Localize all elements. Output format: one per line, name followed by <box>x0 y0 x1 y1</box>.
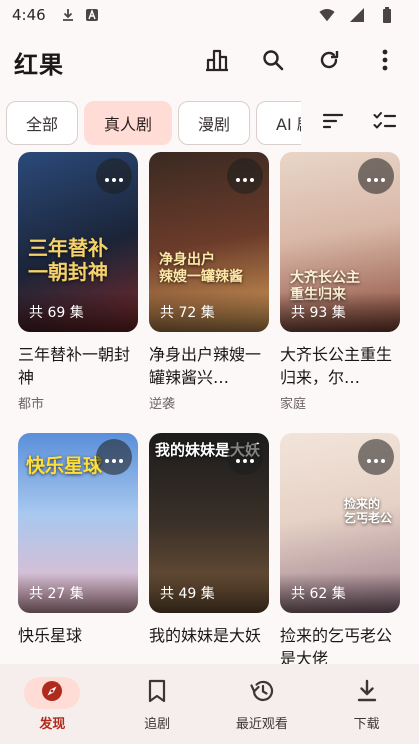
nav-discover[interactable]: 发现 <box>0 664 105 744</box>
category-chip-scroller[interactable]: 全部 真人剧 漫剧 AI 剧 <box>0 100 301 146</box>
status-bar: 4:46 <box>0 0 419 30</box>
drama-poster[interactable]: 我的妹妹是大妖 共 49 集 <box>149 433 269 613</box>
nav-label: 下载 <box>353 716 380 732</box>
history-icon <box>249 679 275 707</box>
poster-title-art: 捡来的 乞丐老公 <box>344 497 393 526</box>
card-more-button[interactable] <box>227 439 263 475</box>
more-horiz-icon <box>105 167 123 186</box>
poster-title-art: 快乐星球 <box>26 455 103 477</box>
drama-title: 快乐星球 <box>18 626 83 645</box>
more-horiz-icon <box>236 167 254 186</box>
nav-label: 最近观看 <box>235 716 288 732</box>
drama-title: 净身出户辣嫂一罐辣酱兴… <box>149 345 262 387</box>
select-button[interactable] <box>365 103 405 143</box>
app-bar: 红果 <box>0 36 419 88</box>
sort-icon <box>322 112 344 134</box>
drama-grid[interactable]: 三年替补 一朝封神 共 69 集 三年替补一朝封神 都市 净身出户 辣嫂一罐辣酱… <box>0 152 419 664</box>
more-horiz-icon <box>367 448 385 467</box>
drama-card[interactable]: 净身出户 辣嫂一罐辣酱 共 72 集 净身出户辣嫂一罐辣酱兴… 逆袭 <box>149 152 269 412</box>
search-button[interactable] <box>253 42 293 82</box>
episode-count: 共 62 集 <box>280 573 400 613</box>
poster-title-art: 净身出户 辣嫂一罐辣酱 <box>159 252 243 285</box>
poster-title-art: 三年替补 一朝封神 <box>28 236 108 284</box>
drama-genre: 都市 <box>18 397 45 412</box>
status-time: 4:46 <box>12 6 46 24</box>
card-more-button[interactable] <box>96 439 132 475</box>
card-more-button[interactable] <box>358 439 394 475</box>
drama-card[interactable]: 三年替补 一朝封神 共 69 集 三年替补一朝封神 都市 <box>18 152 138 412</box>
drama-title: 大齐长公主重生归来，尔… <box>280 345 393 387</box>
drama-card[interactable]: 快乐星球 共 27 集 快乐星球 <box>18 433 138 651</box>
chip-ai[interactable]: AI 剧 <box>256 101 301 145</box>
drama-card[interactable]: 捡来的 乞丐老公 共 62 集 捡来的乞丐老公是大佬 <box>280 433 400 664</box>
drama-genre: 家庭 <box>280 397 307 412</box>
sort-button[interactable] <box>313 103 353 143</box>
card-more-button[interactable] <box>358 158 394 194</box>
nav-indicator <box>24 676 81 709</box>
battery-icon <box>379 7 395 23</box>
nav-following[interactable]: 追剧 <box>105 664 210 744</box>
nav-label: 追剧 <box>144 716 171 732</box>
drama-poster[interactable]: 净身出户 辣嫂一罐辣酱 共 72 集 <box>149 152 269 332</box>
more-horiz-icon <box>236 448 254 467</box>
drama-poster[interactable]: 三年替补 一朝封神 共 69 集 <box>18 152 138 332</box>
drama-poster[interactable]: 大齐长公主 重生归来 共 93 集 <box>280 152 400 332</box>
more-horiz-icon <box>105 448 123 467</box>
episode-count: 共 27 集 <box>18 573 138 613</box>
episode-count: 共 69 集 <box>18 292 138 332</box>
compass-icon <box>40 679 64 707</box>
checklist-icon <box>373 111 397 135</box>
more-vert-icon <box>381 49 389 75</box>
episode-count: 共 72 集 <box>149 292 269 332</box>
drama-card[interactable]: 大齐长公主 重生归来 共 93 集 大齐长公主重生归来，尔… 家庭 <box>280 152 400 412</box>
chip-all[interactable]: 全部 <box>6 101 79 145</box>
bottom-navigation: 发现 追剧 最近观看 下载 <box>0 664 419 744</box>
ranking-icon <box>204 48 230 76</box>
nav-downloads[interactable]: 下载 <box>314 664 419 744</box>
drama-title: 捡来的乞丐老公是大佬 <box>280 626 393 664</box>
episode-count: 共 49 集 <box>149 573 269 613</box>
refresh-button[interactable] <box>309 42 349 82</box>
chip-live-action[interactable]: 真人剧 <box>84 101 173 145</box>
search-icon <box>261 48 285 76</box>
chip-anime[interactable]: 漫剧 <box>178 101 251 145</box>
cellular-icon <box>349 7 365 23</box>
app-title: 红果 <box>14 50 64 79</box>
drama-poster[interactable]: 捡来的 乞丐老公 共 62 集 <box>280 433 400 613</box>
drama-title: 三年替补一朝封神 <box>18 345 131 387</box>
card-more-button[interactable] <box>96 158 132 194</box>
download-icon <box>356 679 378 707</box>
nav-label: 发现 <box>39 716 66 732</box>
more-options-button[interactable] <box>365 42 405 82</box>
wifi-icon <box>319 7 335 23</box>
download-icon <box>60 7 76 23</box>
category-chip-row: 全部 真人剧 漫剧 AI 剧 <box>0 100 419 146</box>
drama-poster[interactable]: 快乐星球 共 27 集 <box>18 433 138 613</box>
more-horiz-icon <box>367 167 385 186</box>
text-a-icon <box>84 7 100 23</box>
bookmark-icon <box>147 679 167 707</box>
ranking-button[interactable] <box>197 42 237 82</box>
card-more-button[interactable] <box>227 158 263 194</box>
drama-genre: 逆袭 <box>149 397 176 412</box>
drama-title: 我的妹妹是大妖 <box>149 626 262 645</box>
refresh-icon <box>317 48 341 76</box>
nav-history[interactable]: 最近观看 <box>210 664 315 744</box>
episode-count: 共 93 集 <box>280 292 400 332</box>
drama-card[interactable]: 我的妹妹是大妖 共 49 集 我的妹妹是大妖 <box>149 433 269 651</box>
